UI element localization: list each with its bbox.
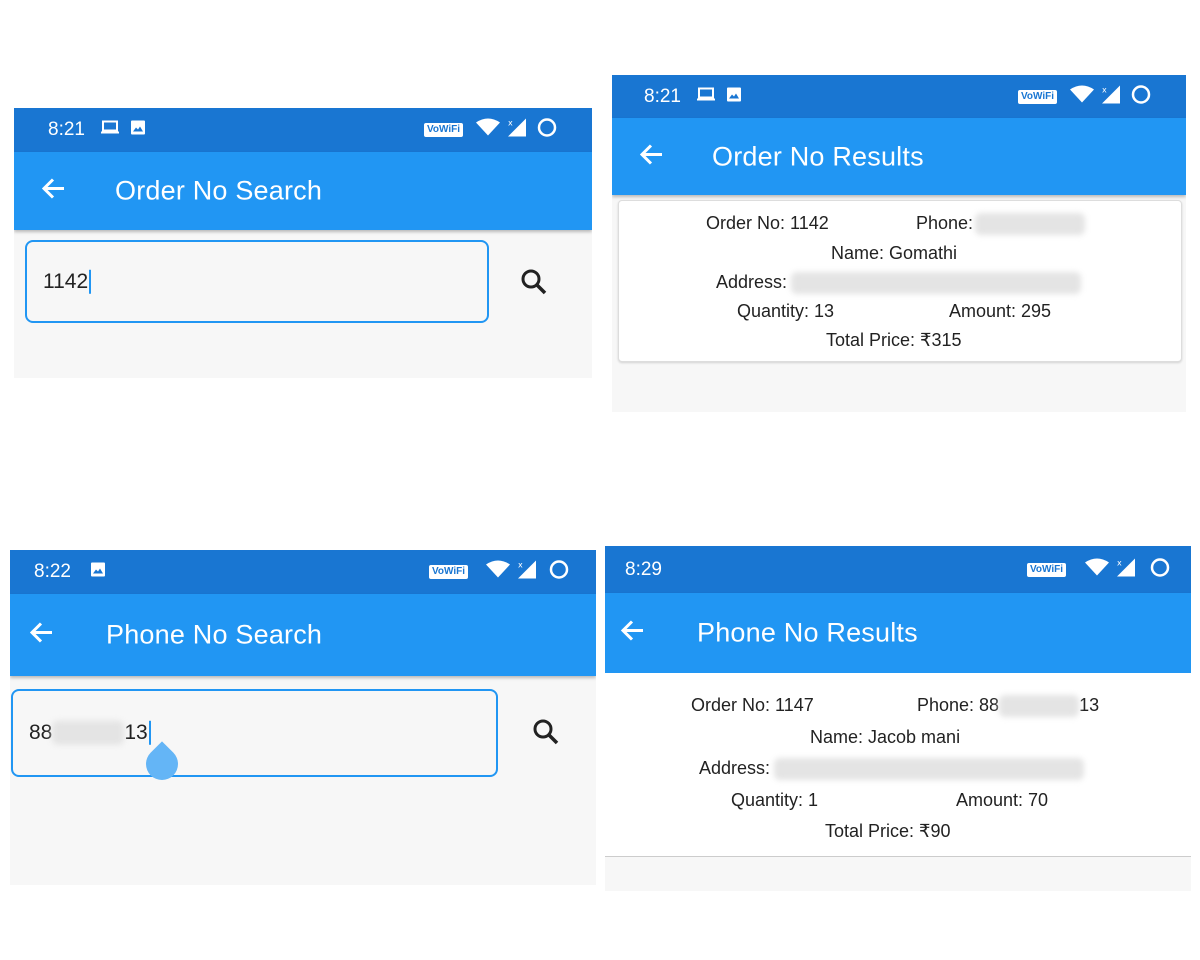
phone-results-screen: 8:29 VoWiFi x Phone No Results Order No:… [605,546,1191,891]
search-icon[interactable] [532,718,560,751]
phone-search-screen: 8:22 VoWiFi x Phone No Search 88 13 [10,550,596,885]
wifi-icon [1085,558,1109,581]
signal-x-icon: x [506,118,528,143]
order-no-input[interactable]: 1142 [25,240,489,323]
order-results-screen: 8:21 VoWiFi x Order No Results Order No:… [612,75,1186,412]
svg-text:x: x [518,561,523,570]
result-card: Order No: 1147 Phone: 88 13 Name: Jacob m… [605,673,1191,857]
order-no-value: 1142 [43,269,89,293]
battery-ring-icon [1149,556,1171,583]
wifi-icon [476,118,500,142]
image-icon [726,86,742,107]
phone-prefix: 88 [29,720,53,744]
phone-label: Phone: 88 13 [917,695,1099,718]
back-arrow-icon[interactable] [619,619,645,648]
status-bar: 8:21 VoWiFi x [14,108,592,152]
total-price-text: Total Price: ₹315 [826,330,962,350]
status-bar: 8:21 VoWiFi x [612,75,1186,118]
image-icon [130,120,146,141]
svg-text:x: x [1102,85,1107,94]
order-search-screen: 8:21 VoWiFi x Order No Search 1142 [14,108,592,378]
order-no-text: Order No: 1142 [706,213,829,233]
back-arrow-icon[interactable] [638,142,664,171]
back-arrow-icon[interactable] [28,621,54,650]
laptop-icon [100,120,120,141]
page-title: Order No Search [115,175,323,206]
name-text: Name: Jacob mani [810,727,961,747]
phone-no-input[interactable]: 88 13 [11,689,498,777]
address-label: Address: [699,758,1085,781]
name-text: Name: Gomathi [831,243,958,263]
redacted-phone [975,213,1086,236]
total-price-text: Total Price: ₹90 [825,821,951,841]
redacted-address [791,272,1082,295]
wifi-icon [486,560,510,584]
order-no-text: Order No: 1147 [691,695,814,715]
text-cursor [89,269,92,294]
search-icon[interactable] [520,268,548,301]
svg-text:x: x [1117,558,1122,567]
phone-suffix: 13 [124,720,148,744]
app-bar: Order No Results [612,118,1186,195]
status-time: 8:21 [48,119,85,140]
quantity-text: Quantity: 1 [731,790,819,810]
battery-ring-icon [1130,83,1152,110]
status-time: 8:29 [625,558,662,580]
app-bar: Phone No Search [10,594,596,676]
text-cursor [148,721,151,746]
vowifi-badge: VoWiFi [424,123,464,137]
redacted-address [774,758,1085,781]
battery-ring-icon [548,559,570,586]
wifi-icon [1070,85,1094,108]
address-label: Address: [716,272,1082,295]
amount-text: Amount: 70 [956,790,1049,810]
status-bar: 8:29 VoWiFi x [605,546,1191,593]
status-time: 8:22 [34,561,71,582]
app-bar: Phone No Results [605,593,1191,673]
vowifi-badge: VoWiFi [1027,562,1067,577]
svg-text:x: x [508,119,513,128]
vowifi-badge: VoWiFi [1018,89,1058,104]
page-title: Phone No Search [106,619,323,650]
result-card: Order No: 1142 Phone: Name: Gomathi Addr… [618,200,1182,362]
battery-ring-icon [536,117,558,144]
phone-label: Phone: [916,213,1086,236]
vowifi-badge: VoWiFi [429,565,469,579]
back-arrow-icon[interactable] [40,177,66,206]
laptop-icon [696,86,716,107]
status-time: 8:21 [644,85,681,107]
signal-x-icon: x [516,560,538,585]
amount-text: Amount: 295 [949,301,1052,321]
redacted-phone [52,721,125,746]
app-bar: Order No Search [14,152,592,230]
page-title: Phone No Results [697,617,918,648]
redacted-phone [999,695,1080,718]
page-title: Order No Results [712,141,924,171]
image-icon [90,562,106,583]
quantity-text: Quantity: 13 [737,301,835,321]
signal-x-icon: x [1100,84,1122,109]
signal-x-icon: x [1115,557,1137,582]
status-bar: 8:22 VoWiFi x [10,550,596,594]
